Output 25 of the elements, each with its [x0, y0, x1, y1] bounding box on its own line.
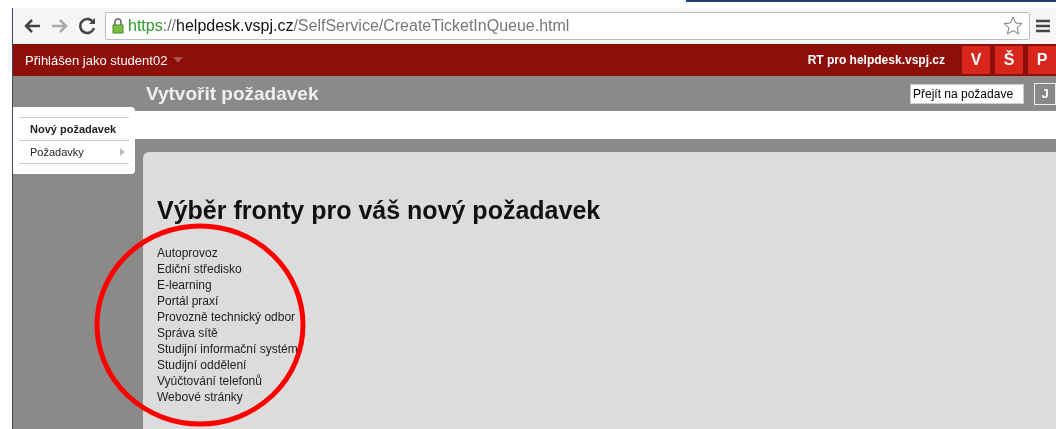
queue-link[interactable]: Provozně technický odbor — [157, 309, 1056, 325]
logged-in-user[interactable]: Přihlášen jako student02 — [25, 52, 168, 68]
lock-icon — [112, 18, 124, 34]
menu-icon[interactable] — [1036, 19, 1050, 33]
queue-link[interactable]: Autoprovoz — [157, 245, 1056, 261]
top-tab[interactable]: P — [1028, 46, 1056, 74]
sidebar-item[interactable]: Nový požadavek — [19, 117, 129, 140]
queue-link[interactable]: Studijní oddělení — [157, 357, 1056, 373]
search-go-button[interactable]: J — [1034, 82, 1056, 105]
queue-heading: Výběr fronty pro váš nový požadavek — [157, 196, 602, 225]
ticket-search-field[interactable]: Přejít na požadave — [910, 83, 1024, 104]
queue-link[interactable]: Ediční středisko — [157, 261, 1056, 277]
queue-link[interactable]: E-learning — [157, 277, 1056, 293]
page-title: Vytvořit požadavek — [146, 82, 319, 105]
queue-link[interactable]: Správa sítě — [157, 325, 1056, 341]
top-tab[interactable]: V — [962, 46, 990, 74]
queue-link[interactable]: Portál praxí — [157, 293, 1056, 309]
site-name: RT pro helpdesk.vspj.cz — [807, 53, 945, 67]
queue-link[interactable]: Vyúčtování telefonů — [157, 373, 1056, 389]
queue-link[interactable]: Studijní informační systém — [157, 341, 1056, 357]
queue-link[interactable]: Webové stránky — [157, 389, 1056, 405]
star-icon[interactable] — [1003, 16, 1023, 36]
top-tab[interactable]: Š — [995, 46, 1023, 74]
sidebar-item[interactable]: Požadavky — [19, 140, 129, 164]
address-field[interactable]: https://helpdesk.vspj.cz/SelfService/CreateTicketInQueue.html — [105, 12, 1030, 40]
